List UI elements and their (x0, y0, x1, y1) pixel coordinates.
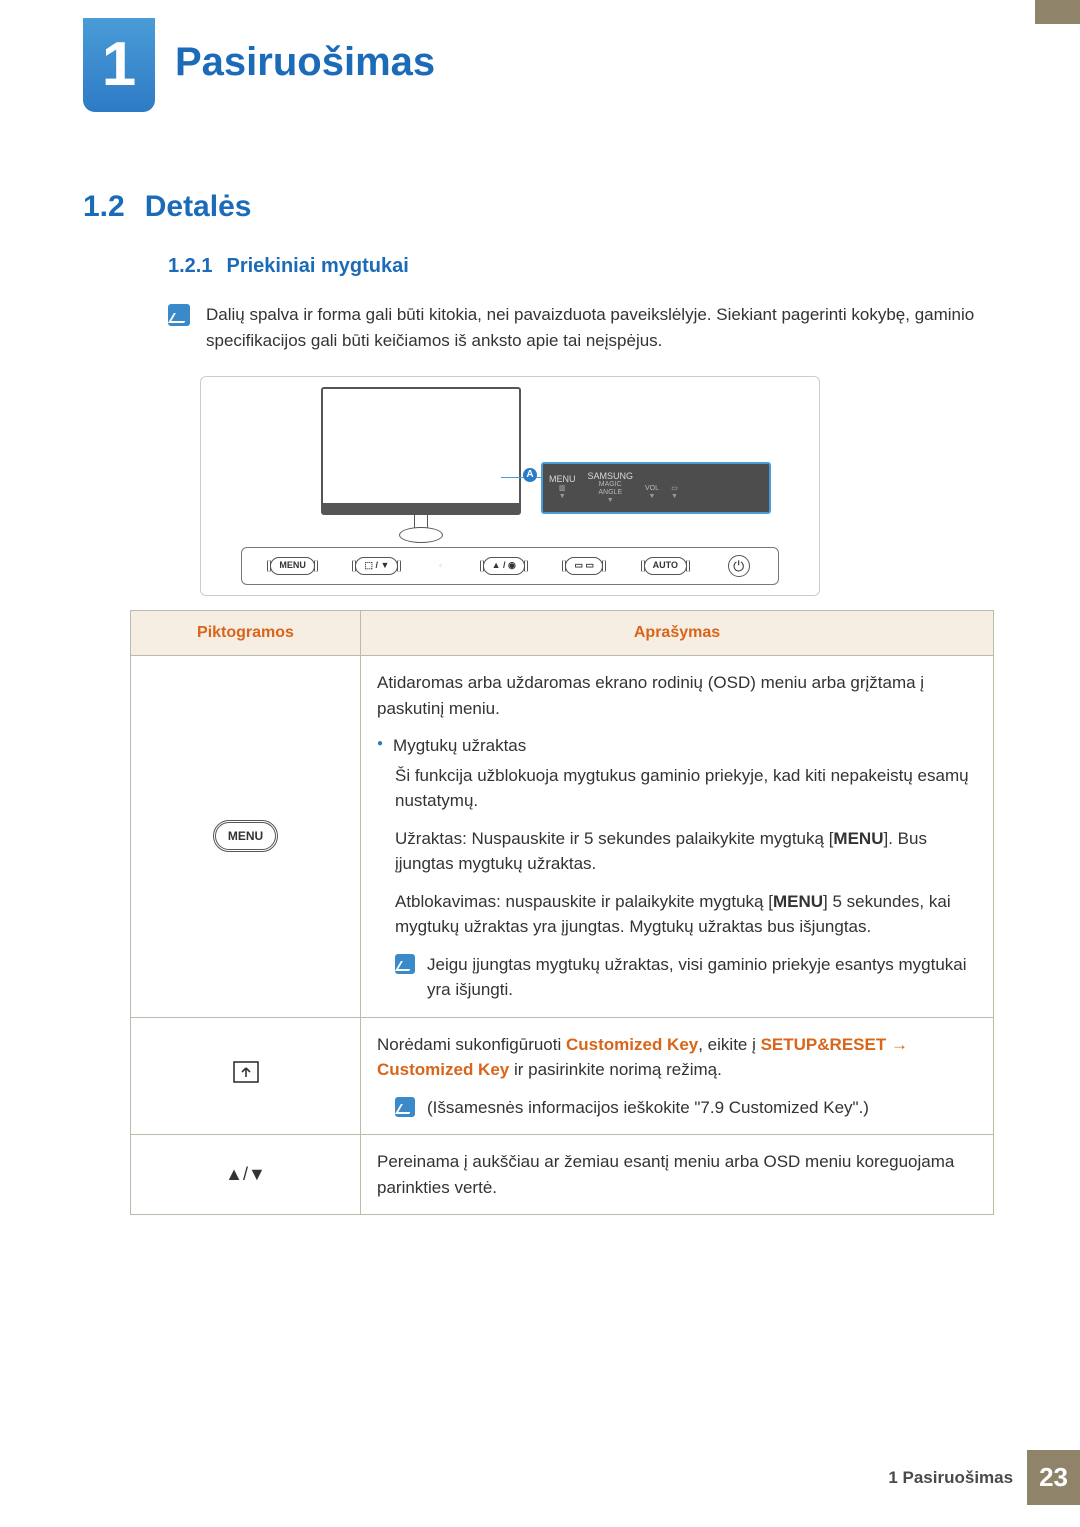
chevron-down-icon (549, 493, 576, 501)
page-number: 23 (1027, 1450, 1080, 1505)
note-icon (168, 304, 190, 326)
callout-menu-label: MENU (549, 475, 576, 485)
front-buttons-diagram: A MENU ▥ SAMSUNG MAGIC ANGLE VOL ▭ MENU … (200, 376, 820, 596)
table-row: ▲/▼ Pereinama į aukščiau ar žemiau esant… (131, 1135, 994, 1215)
chevron-down-icon (645, 493, 659, 501)
magic-angle-label: MAGIC ANGLE (588, 481, 634, 496)
footer-section-label: 1 Pasiruošimas (888, 1465, 1013, 1491)
chevron-down-icon (588, 497, 634, 505)
callout-marker: A (523, 468, 537, 482)
chapter-number-tab: 1 (83, 18, 155, 112)
row1-nested-note: Jeigu įjungtas mygtukų užraktas, visi ga… (427, 952, 977, 1003)
chevron-down-icon (671, 493, 678, 501)
buttons-table: Piktogramos Aprašymas MENU Atidaromas ar… (130, 610, 994, 1215)
row1-p4: Atblokavimas: nuspauskite ir palaikykite… (395, 889, 977, 940)
callout-vol-label: VOL (645, 485, 659, 493)
customized-key-icon (233, 1061, 259, 1083)
section-heading: 1.2 Detalės (83, 184, 251, 229)
callout-brand-label: SAMSUNG (588, 472, 634, 482)
menu-button-icon: MENU (270, 557, 315, 575)
note-icon (395, 954, 415, 974)
menu-button-icon: MENU (213, 820, 278, 852)
row3-p1: Pereinama į aukščiau ar žemiau esantį me… (377, 1149, 977, 1200)
subsection-title: Priekiniai mygtukai (226, 251, 408, 281)
auto-button-icon: AUTO (644, 557, 687, 575)
decorative-sidebar (1035, 0, 1080, 24)
page-footer: 1 Pasiruošimas 23 (888, 1450, 1080, 1505)
rect-icon: ▭ (671, 485, 678, 493)
row1-p2: Ši funkcija užblokuoja mygtukus gaminio … (395, 763, 977, 814)
button-strip: MENU ⬚ / ▼ ◦ ▲ / ◉ ▭ ▭ AUTO (241, 547, 779, 585)
section-number: 1.2 (83, 184, 125, 229)
note-icon (395, 1097, 415, 1117)
down-button-icon: ⬚ / ▼ (355, 557, 398, 575)
note-text: Dalių spalva ir forma gali būti kitokia,… (206, 302, 988, 353)
bars-icon: ▥ (549, 485, 576, 493)
table-row: Norėdami sukonfigūruoti Customized Key, … (131, 1017, 994, 1135)
row1-p1: Atidaromas arba uždaromas ekrano rodinių… (377, 670, 977, 721)
note-block: Dalių spalva ir forma gali būti kitokia,… (168, 302, 988, 353)
up-button-icon: ▲ / ◉ (483, 557, 525, 575)
chapter-title: Pasiruošimas (175, 32, 435, 92)
dot-separator: ◦ (439, 560, 442, 572)
row2-nested-note: (Išsamesnės informacijos ieškokite "7.9 … (427, 1095, 869, 1121)
monitor-stand (399, 527, 443, 543)
monitor-outline (321, 387, 521, 515)
section-title: Detalės (145, 184, 252, 229)
table-header-desc: Aprašymas (361, 611, 994, 656)
bullet-icon: ● (377, 733, 383, 755)
callout-panel: A MENU ▥ SAMSUNG MAGIC ANGLE VOL ▭ (541, 462, 771, 514)
table-row: MENU Atidaromas arba uždaromas ekrano ro… (131, 656, 994, 1018)
row2-p1: Norėdami sukonfigūruoti Customized Key, … (377, 1032, 977, 1083)
source-button-icon: ▭ ▭ (565, 557, 603, 575)
power-button-icon (728, 555, 750, 577)
subsection-heading: 1.2.1 Priekiniai mygtukai (168, 251, 409, 281)
subsection-number: 1.2.1 (168, 251, 212, 281)
table-header-icons: Piktogramos (131, 611, 361, 656)
up-down-triangle-icon: ▲/▼ (225, 1164, 266, 1184)
row1-bullet: Mygtukų užraktas (393, 733, 526, 759)
row1-p3: Užraktas: Nuspauskite ir 5 sekundes pala… (395, 826, 977, 877)
